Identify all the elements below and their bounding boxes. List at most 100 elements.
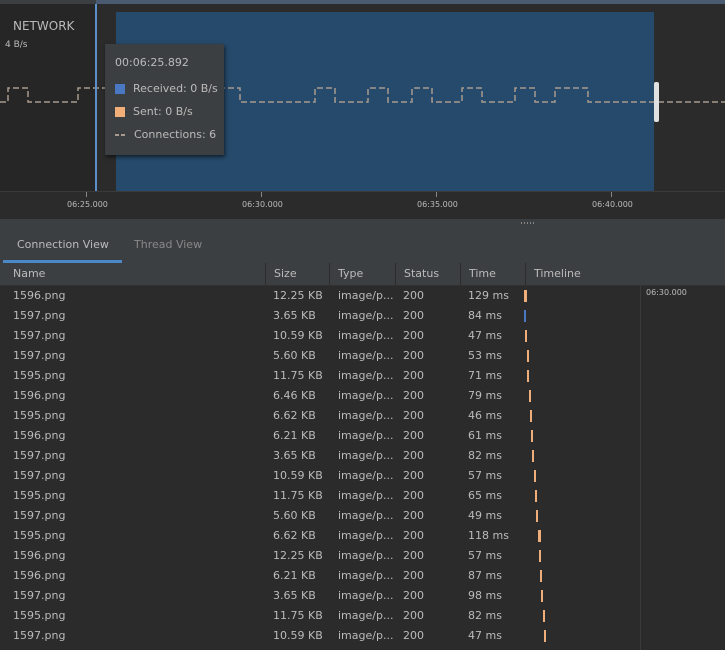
cell-name: 1595.png	[13, 409, 66, 422]
cell-name: 1596.png	[13, 289, 66, 302]
table-row[interactable]: 1597.png 5.60 KB image/p... 200 49 ms	[0, 506, 640, 526]
cell-name: 1596.png	[13, 549, 66, 562]
axis-tick-label: 06:25.000	[67, 200, 108, 209]
table-row[interactable]: 1597.png 3.65 KB image/p... 200 98 ms	[0, 586, 640, 606]
column-header-type[interactable]: Type	[329, 263, 394, 285]
cell-status: 200	[403, 569, 424, 582]
table-row[interactable]: 1596.png 12.25 KB image/p... 200 57 ms	[0, 546, 640, 566]
panel-splitter[interactable]	[0, 219, 725, 227]
cell-time: 82 ms	[468, 449, 502, 462]
splitter-grip-icon[interactable]	[521, 222, 535, 224]
cell-type: image/p...	[338, 409, 394, 422]
cell-type: image/p...	[338, 309, 394, 322]
table-row[interactable]: 1597.png 10.59 KB image/p... 200 47 ms	[0, 626, 640, 646]
column-header-name[interactable]: Name	[5, 263, 263, 285]
timeline-bar	[527, 370, 529, 382]
cell-time: 79 ms	[468, 389, 502, 402]
timeline-bar	[538, 530, 541, 542]
cell-type: image/p...	[338, 329, 394, 342]
table-row[interactable]: 1595.png 6.62 KB image/p... 200 46 ms	[0, 406, 640, 426]
connections-table: 1596.png 12.25 KB image/p... 200 129 ms 1597.…	[0, 286, 725, 650]
timeline-bar	[541, 590, 543, 602]
cell-type: image/p...	[338, 349, 394, 362]
cell-status: 200	[403, 629, 424, 642]
cell-size: 6.46 KB	[273, 389, 316, 402]
cell-time: 65 ms	[468, 489, 502, 502]
cell-time: 57 ms	[468, 549, 502, 562]
column-header-time[interactable]: Time	[460, 263, 524, 285]
cell-type: image/p...	[338, 609, 394, 622]
table-row[interactable]: 1595.png 11.75 KB image/p... 200 82 ms	[0, 606, 640, 626]
column-header-timeline[interactable]: Timeline	[525, 263, 725, 285]
table-row[interactable]: 1596.png 6.21 KB image/p... 200 61 ms	[0, 426, 640, 446]
table-row[interactable]: 1597.png 10.59 KB image/p... 200 47 ms	[0, 326, 640, 346]
cell-size: 10.59 KB	[273, 329, 323, 342]
cell-type: image/p...	[338, 629, 394, 642]
table-row[interactable]: 1597.png 10.59 KB image/p... 200 57 ms	[0, 466, 640, 486]
cell-type: image/p...	[338, 489, 394, 502]
timeline-bar	[543, 610, 545, 622]
column-header-size[interactable]: Size	[265, 263, 327, 285]
cell-size: 5.60 KB	[273, 349, 316, 362]
cell-name: 1597.png	[13, 509, 66, 522]
cell-name: 1597.png	[13, 349, 66, 362]
timeline-bar	[530, 410, 532, 422]
timeline-bar	[531, 430, 533, 442]
cell-name: 1595.png	[13, 489, 66, 502]
cell-time: 87 ms	[468, 569, 502, 582]
cell-time: 47 ms	[468, 329, 502, 342]
table-row[interactable]: 1595.png 6.62 KB image/p... 200 118 ms	[0, 526, 640, 546]
cell-time: 57 ms	[468, 469, 502, 482]
cell-time: 71 ms	[468, 369, 502, 382]
cell-time: 61 ms	[468, 429, 502, 442]
graph-axis-label: 4 B/s	[5, 40, 28, 50]
cell-status: 200	[403, 409, 424, 422]
tooltip-connections: Connections: 6	[134, 128, 217, 141]
timeline-cursor[interactable]	[95, 4, 97, 191]
graph-title: NETWORK	[13, 19, 75, 33]
table-row[interactable]: 1595.png 11.75 KB image/p... 200 71 ms	[0, 366, 640, 386]
cell-name: 1597.png	[13, 449, 66, 462]
cell-size: 11.75 KB	[273, 489, 323, 502]
tooltip-connections-row: Connections: 6	[115, 128, 216, 141]
cell-status: 200	[403, 609, 424, 622]
sent-swatch	[115, 106, 125, 117]
timeline-bar	[540, 570, 542, 582]
tab-thread-view[interactable]: Thread View	[134, 238, 202, 251]
cell-size: 11.75 KB	[273, 369, 323, 382]
table-row[interactable]: 1597.png 3.65 KB image/p... 200 84 ms	[0, 306, 640, 326]
tab-connection-view[interactable]: Connection View	[17, 238, 109, 251]
axis-tick	[611, 192, 612, 197]
table-row[interactable]: 1596.png 6.46 KB image/p... 200 79 ms	[0, 386, 640, 406]
timeline-bar	[534, 470, 536, 482]
axis-tick-label: 06:40.000	[592, 200, 633, 209]
timeline-bar	[535, 490, 537, 502]
cell-name: 1595.png	[13, 369, 66, 382]
cell-size: 6.62 KB	[273, 529, 316, 542]
cell-time: 47 ms	[468, 629, 502, 642]
cell-size: 10.59 KB	[273, 629, 323, 642]
selection-resize-handle[interactable]	[654, 82, 659, 122]
table-row[interactable]: 1596.png 6.21 KB image/p... 200 87 ms	[0, 566, 640, 586]
cell-size: 6.21 KB	[273, 429, 316, 442]
cell-name: 1595.png	[13, 529, 66, 542]
axis-tick	[261, 192, 262, 197]
cell-name: 1596.png	[13, 569, 66, 582]
cell-type: image/p...	[338, 549, 394, 562]
cell-type: image/p...	[338, 589, 394, 602]
table-row[interactable]: 1597.png 5.60 KB image/p... 200 53 ms	[0, 346, 640, 366]
cell-time: 129 ms	[468, 289, 509, 302]
table-row[interactable]: 1595.png 11.75 KB image/p... 200 65 ms	[0, 486, 640, 506]
cell-size: 12.25 KB	[273, 289, 323, 302]
cell-status: 200	[403, 589, 424, 602]
cell-status: 200	[403, 449, 424, 462]
cell-name: 1595.png	[13, 609, 66, 622]
table-row[interactable]: 1596.png 12.25 KB image/p... 200 129 ms	[0, 286, 640, 306]
table-row[interactable]: 1597.png 3.65 KB image/p... 200 82 ms	[0, 446, 640, 466]
cell-status: 200	[403, 329, 424, 342]
column-header-status[interactable]: Status	[395, 263, 459, 285]
cell-time: 46 ms	[468, 409, 502, 422]
cell-size: 3.65 KB	[273, 449, 316, 462]
cell-size: 6.62 KB	[273, 409, 316, 422]
network-graph[interactable]: NETWORK 4 B/s 00:06:25.892 Received: 0 B…	[0, 4, 725, 191]
